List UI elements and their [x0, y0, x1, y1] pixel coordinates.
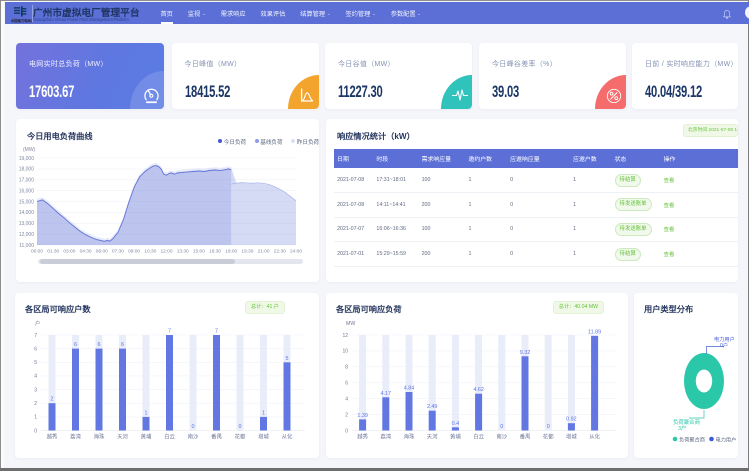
svg-text:负荷聚合商: 负荷聚合商 [673, 418, 701, 426]
svg-text:22:30: 22:30 [274, 249, 286, 255]
svg-text:荔湾: 荔湾 [70, 433, 81, 441]
svg-text:5: 5 [286, 356, 289, 362]
svg-text:0: 0 [34, 428, 37, 434]
svg-text:2: 2 [34, 401, 37, 407]
svg-text:6: 6 [345, 381, 348, 387]
svg-text:13,000: 13,000 [19, 221, 35, 227]
svg-text:15:00: 15:00 [193, 249, 205, 255]
svg-text:18,000: 18,000 [19, 167, 35, 173]
svg-text:从化: 从化 [282, 433, 293, 441]
svg-text:电力用户: 电力用户 [714, 335, 735, 343]
svg-text:0.92: 0.92 [566, 417, 577, 423]
svg-text:12,000: 12,000 [19, 232, 35, 238]
svg-text:从化: 从化 [589, 433, 600, 441]
svg-text:2.49: 2.49 [427, 404, 438, 410]
svg-text:10:30: 10:30 [144, 249, 156, 255]
svg-text:3: 3 [34, 387, 37, 393]
svg-text:12:00: 12:00 [160, 249, 172, 255]
svg-text:花都: 花都 [543, 433, 554, 441]
svg-text:1.39: 1.39 [357, 413, 368, 419]
svg-text:番禺: 番禺 [211, 434, 222, 441]
svg-text:04:30: 04:30 [80, 249, 92, 255]
svg-text:海珠: 海珠 [404, 433, 415, 441]
svg-text:户: 户 [35, 319, 40, 327]
svg-text:电力用户: 电力用户 [716, 435, 737, 443]
svg-text:负荷聚合商: 负荷聚合商 [679, 435, 705, 443]
svg-text:越秀: 越秀 [357, 433, 368, 441]
svg-text:11.89: 11.89 [588, 329, 601, 335]
svg-text:19,000: 19,000 [19, 156, 35, 162]
svg-text:14,000: 14,000 [19, 210, 35, 216]
svg-text:16:30: 16:30 [209, 249, 221, 255]
svg-text:21:00: 21:00 [258, 249, 270, 255]
svg-text:1: 1 [262, 410, 265, 416]
svg-text:黄埔: 黄埔 [141, 433, 152, 441]
svg-text:8: 8 [345, 365, 348, 371]
svg-text:17,000: 17,000 [19, 178, 35, 184]
svg-text:0: 0 [192, 424, 195, 430]
svg-text:白云: 白云 [164, 433, 175, 441]
svg-text:南沙: 南沙 [188, 433, 199, 441]
svg-text:19:30: 19:30 [241, 249, 253, 255]
svg-text:16,000: 16,000 [19, 188, 35, 194]
svg-text:00:00: 00:00 [31, 249, 43, 255]
svg-text:18:00: 18:00 [225, 249, 237, 255]
svg-text:番禺: 番禺 [520, 434, 531, 441]
svg-text:白云: 白云 [473, 433, 484, 441]
svg-text:03:00: 03:00 [63, 249, 75, 255]
svg-text:2: 2 [51, 397, 54, 403]
svg-text:3户: 3户 [678, 424, 686, 432]
svg-text:增城: 增城 [258, 433, 269, 441]
svg-text:天河: 天河 [117, 433, 128, 441]
svg-text:09:00: 09:00 [128, 249, 140, 255]
svg-text:越秀: 越秀 [47, 433, 58, 441]
svg-text:花都: 花都 [235, 433, 246, 441]
svg-text:7: 7 [168, 329, 171, 335]
svg-text:10: 10 [342, 349, 348, 355]
svg-text:4: 4 [345, 397, 348, 403]
svg-text:0: 0 [547, 424, 550, 430]
svg-text:0: 0 [500, 424, 503, 430]
svg-text:海珠: 海珠 [94, 433, 105, 441]
svg-text:(MW): (MW) [23, 147, 36, 153]
svg-text:0户: 0户 [720, 341, 728, 349]
svg-text:06:00: 06:00 [96, 249, 108, 255]
svg-text:荔湾: 荔湾 [380, 433, 391, 441]
svg-text:6: 6 [74, 342, 77, 348]
svg-text:天河: 天河 [427, 433, 438, 441]
svg-text:9.32: 9.32 [520, 350, 531, 356]
svg-text:15,000: 15,000 [19, 199, 35, 205]
svg-text:2: 2 [345, 412, 348, 418]
svg-text:7: 7 [215, 329, 218, 335]
svg-text:增城: 增城 [566, 433, 577, 441]
svg-text:0: 0 [345, 428, 348, 434]
svg-text:01:30: 01:30 [47, 249, 59, 255]
svg-text:12: 12 [342, 333, 348, 339]
svg-text:1: 1 [34, 415, 37, 421]
svg-text:4.17: 4.17 [381, 391, 392, 397]
svg-text:11,000: 11,000 [19, 243, 34, 249]
svg-text:24:00: 24:00 [290, 249, 302, 255]
svg-text:5: 5 [34, 360, 37, 366]
svg-text:0.4: 0.4 [452, 421, 460, 427]
svg-text:13:30: 13:30 [177, 249, 189, 255]
svg-text:MW: MW [346, 321, 355, 327]
svg-text:6: 6 [121, 342, 124, 348]
svg-text:南沙: 南沙 [496, 433, 507, 441]
svg-text:6: 6 [34, 346, 37, 352]
svg-text:7: 7 [34, 333, 37, 339]
svg-text:4: 4 [34, 374, 37, 380]
svg-text:黄埔: 黄埔 [450, 433, 461, 441]
svg-text:4.84: 4.84 [404, 386, 415, 392]
svg-text:4.62: 4.62 [473, 387, 484, 393]
svg-text:6: 6 [98, 342, 101, 348]
svg-text:1: 1 [145, 410, 148, 416]
svg-text:07:30: 07:30 [112, 249, 124, 255]
svg-text:0: 0 [239, 424, 242, 430]
